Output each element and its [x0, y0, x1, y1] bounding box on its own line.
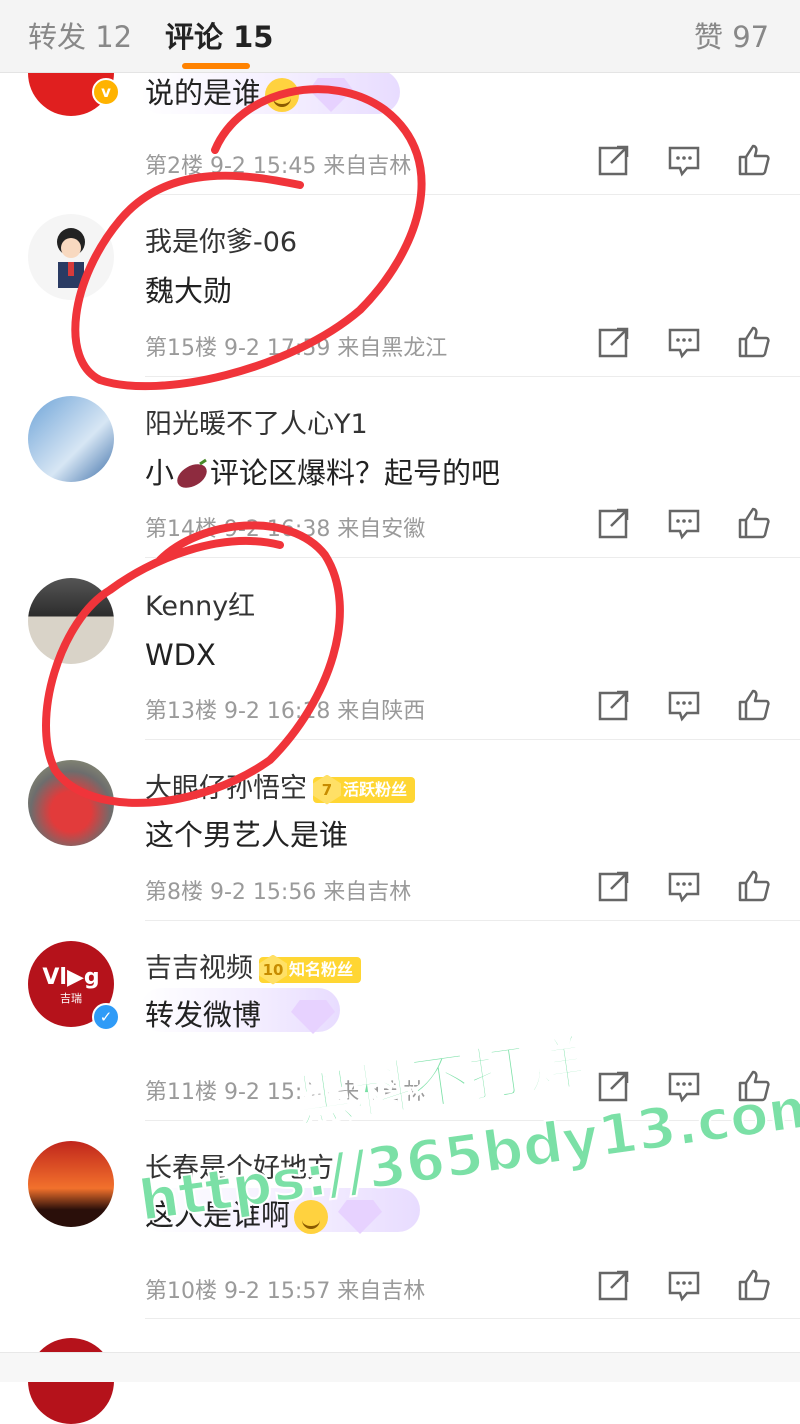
avatar[interactable]: [28, 760, 114, 846]
fan-level: 7: [313, 774, 341, 805]
divider: [145, 920, 800, 921]
reply-icon[interactable]: [667, 688, 701, 722]
like-icon[interactable]: [737, 688, 771, 722]
reply-icon[interactable]: [667, 325, 701, 359]
comment-author[interactable]: 吉吉视频 10 知名粉丝: [145, 946, 362, 985]
avatar-logo-text: Vl▶g: [42, 965, 100, 990]
comment-meta: 第14楼 9-2 16:38 来自安徽: [145, 517, 426, 542]
reply-icon[interactable]: [667, 506, 701, 540]
divider: [145, 557, 800, 558]
tab-bar-overlay: 转发 12 评论 15 赞 97: [0, 0, 800, 73]
comment-meta: 第2楼 9-2 15:45 来自吉林: [145, 154, 412, 179]
share-icon[interactable]: [597, 1268, 631, 1302]
tab-likes-label[interactable]: 赞 97: [694, 14, 769, 56]
share-icon[interactable]: [597, 1069, 631, 1103]
fan-badge-label: 知名粉丝: [289, 959, 354, 979]
comment-meta: 第15楼 9-2 17:59 来自黑龙江: [145, 336, 448, 361]
avatar[interactable]: [28, 1141, 114, 1227]
tab-comments-label[interactable]: 评论 15: [165, 14, 273, 56]
divider: [145, 194, 800, 195]
divider: [145, 739, 800, 740]
comment-author[interactable]: 我是你爹-06: [145, 220, 297, 259]
comment-text-content: 转发微博: [145, 998, 262, 1032]
author-name[interactable]: 大眼仔孙悟空: [145, 773, 307, 804]
comment-text: 这个男艺人是谁: [145, 818, 349, 852]
comment-actions: [597, 325, 772, 361]
divider: [145, 376, 800, 377]
active-tab-underline: [182, 63, 250, 69]
share-icon[interactable]: [597, 325, 631, 359]
comment-actions: [597, 688, 772, 724]
author-name[interactable]: 吉吉视频: [145, 953, 253, 984]
comment-text: 小 评论区爆料？起号的吧: [145, 450, 500, 492]
comment-author[interactable]: 阳光暖不了人心Y1: [145, 402, 368, 441]
reply-icon[interactable]: [667, 143, 701, 177]
fan-level: 10: [259, 954, 287, 985]
comment-text-part: 评论区爆料？起号的吧: [210, 456, 501, 490]
comment-actions: [597, 143, 772, 179]
fan-badge: 10 知名粉丝: [259, 954, 362, 985]
reply-icon[interactable]: [667, 1268, 701, 1302]
comment-text: 魏大勋: [145, 274, 233, 308]
divider: [145, 1318, 800, 1319]
comment-author[interactable]: 大眼仔孙悟空 7 活跃粉丝: [145, 766, 416, 805]
comment-actions: [597, 506, 772, 542]
comment-text: 转发微博: [145, 992, 336, 1034]
comment-actions: [597, 1268, 772, 1304]
comment-text-part: 小: [145, 456, 175, 490]
fan-badge: 7 活跃粉丝: [313, 774, 416, 805]
share-icon[interactable]: [597, 869, 631, 903]
avatar[interactable]: [28, 578, 114, 664]
comment-meta: 第8楼 9-2 15:56 来自吉林: [145, 880, 412, 905]
cartoon-avatar-icon: [57, 228, 85, 288]
comment-meta: 第10楼 9-2 15:57 来自吉林: [145, 1279, 426, 1304]
avatar[interactable]: [28, 396, 114, 482]
tab-repost-label[interactable]: 转发 12: [28, 14, 132, 56]
verified-badge-icon: ✓: [92, 1003, 120, 1031]
like-icon[interactable]: [737, 869, 771, 903]
share-icon[interactable]: [597, 506, 631, 540]
avatar[interactable]: [28, 214, 114, 300]
comment-author[interactable]: Kenny红: [145, 584, 255, 623]
comment-text: WDX: [145, 638, 216, 672]
like-icon[interactable]: [737, 325, 771, 359]
share-icon[interactable]: [597, 688, 631, 722]
comment-meta: 第13楼 9-2 16:18 来自陕西: [145, 699, 426, 724]
share-icon[interactable]: [597, 143, 631, 177]
bottom-bar: [0, 1352, 800, 1382]
sweet-potato-emoji-icon: [177, 458, 207, 488]
comment-actions: [597, 869, 772, 905]
reply-icon[interactable]: [667, 869, 701, 903]
fan-badge-label: 活跃粉丝: [343, 779, 408, 799]
gem-sticker-icon: [291, 1000, 336, 1034]
like-icon[interactable]: [737, 1268, 771, 1302]
like-icon[interactable]: [737, 143, 771, 177]
like-icon[interactable]: [737, 506, 771, 540]
